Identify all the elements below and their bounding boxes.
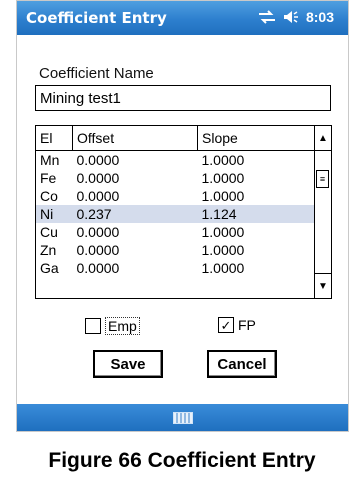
device-screen: Coefficient Entry 8:03 Coefficient Name … [16,0,349,432]
fp-checkbox[interactable]: ✓ [218,317,234,333]
cell-offset: 0.0000 [76,224,120,240]
cancel-button[interactable]: Cancel [207,350,277,378]
cell-slope: 1.0000 [201,260,245,276]
emp-checkbox[interactable] [85,318,101,334]
cell-offset: 0.0000 [76,170,120,186]
cell-el: Ni [36,205,73,223]
connectivity-icon[interactable] [258,10,276,24]
scroll-thumb[interactable]: ≡ [316,170,329,188]
table-row[interactable]: Fe 0.0000 1.0000 [36,169,315,187]
cell-offset: 0.0000 [76,242,120,258]
cell-slope: 1.124 [197,205,315,223]
cell-el: Ga [40,260,59,276]
cell-offset: 0.0000 [76,188,120,204]
cell-slope: 1.0000 [201,170,245,186]
cell-offset: 0.237 [72,205,198,223]
keyboard-icon[interactable] [172,411,193,424]
cell-slope: 1.0000 [201,188,245,204]
window-title: Coefficient Entry [26,9,167,27]
column-header-offset[interactable]: Offset [72,126,198,151]
table-row[interactable]: Ga 0.0000 1.0000 [36,259,315,277]
clock[interactable]: 8:03 [306,9,334,25]
cell-el: Zn [40,242,57,258]
table-row[interactable]: Mn 0.0000 1.0000 [36,151,315,170]
cell-el: Fe [40,170,57,186]
table-row[interactable]: Co 0.0000 1.0000 [36,187,315,205]
emp-checkbox-label[interactable]: Emp [105,317,140,335]
cell-el: Mn [40,152,60,168]
save-button[interactable]: Save [93,350,163,378]
emp-checkbox-group[interactable]: Emp [85,317,140,335]
cell-slope: 1.0000 [201,224,245,240]
title-bar: Coefficient Entry 8:03 [17,1,348,35]
coefficient-grid[interactable]: El Offset Slope Mn 0.0000 1.0000 Fe 0.0000 1.… [35,125,332,299]
table-row[interactable]: Cu 0.0000 1.0000 [36,223,315,241]
volume-icon[interactable] [282,10,300,24]
status-area: 8:03 [258,9,334,25]
cell-el: Cu [40,224,58,240]
scroll-down-arrow-icon[interactable]: ▼ [315,273,331,298]
fp-checkbox-label[interactable]: FP [238,317,256,333]
cell-slope: 1.0000 [201,152,245,168]
cell-el: Co [40,188,58,204]
column-header-slope[interactable]: Slope [197,126,315,151]
cell-offset: 0.0000 [76,260,120,276]
fp-checkbox-group[interactable]: ✓ FP [218,317,256,333]
table-row[interactable]: Zn 0.0000 1.0000 [36,241,315,259]
coefficient-table: El Offset Slope Mn 0.0000 1.0000 Fe 0.0000 1.… [36,126,315,277]
vertical-scrollbar[interactable]: ▲ ≡ ▼ [314,126,331,298]
coefficient-name-input[interactable] [35,85,331,111]
column-header-el[interactable]: El [36,126,73,151]
table-row[interactable]: Ni 0.237 1.124 [36,205,315,223]
figure-caption: Figure 66 Coefficient Entry [48,449,316,472]
cell-offset: 0.0000 [76,152,120,168]
table-header-row: El Offset Slope [36,126,315,151]
bottom-menu-bar [17,404,348,431]
coefficient-name-label: Coefficient Name [39,65,154,82]
cell-slope: 1.0000 [201,242,245,258]
scroll-up-arrow-icon[interactable]: ▲ [315,126,331,151]
